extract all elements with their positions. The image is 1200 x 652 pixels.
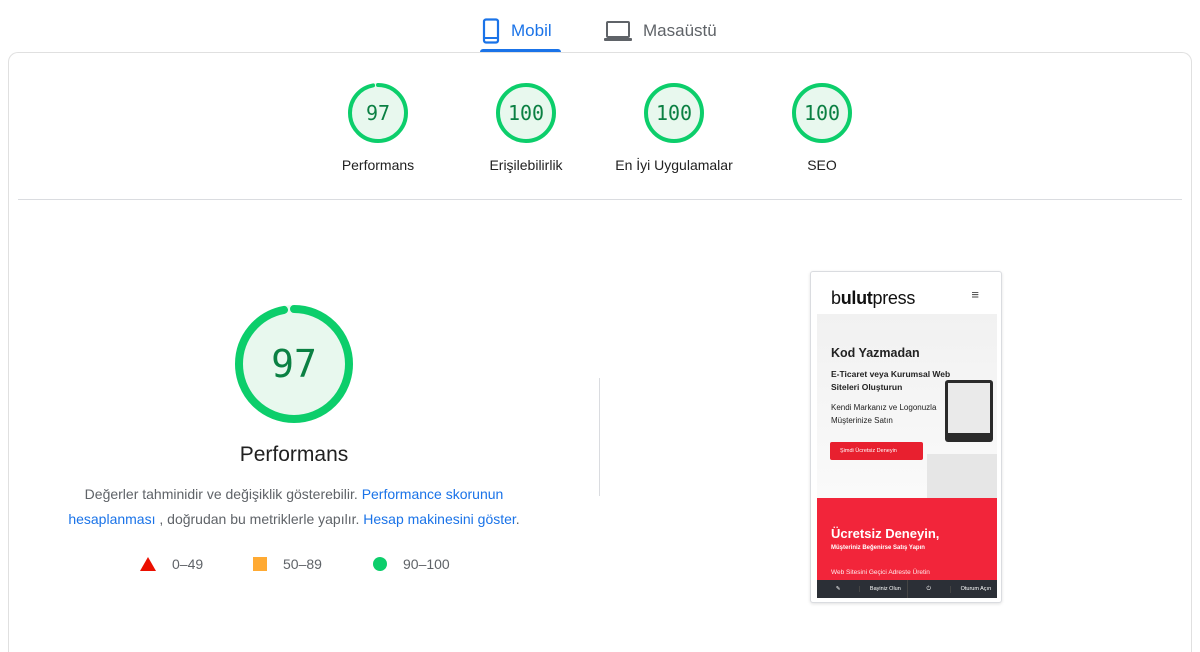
- vertical-divider: [599, 378, 600, 496]
- power-icon: ⏻: [908, 585, 951, 593]
- tab-desktop[interactable]: Masaüstü: [603, 10, 728, 52]
- monitor-screen: [948, 383, 990, 433]
- promo-subtitle: Müşteriniz Beğenirse Satış Yapın: [831, 545, 925, 551]
- site-logo: bulutpress: [831, 288, 915, 309]
- performance-gauge-large: 97: [234, 304, 354, 424]
- promo-title: Ücretsiz Deneyin,: [831, 526, 940, 541]
- tab-desktop-label: Masaüstü: [643, 21, 717, 40]
- hero-subheading: E-Ticaret veya Kurumsal Web Siteleri Olu…: [831, 369, 951, 392]
- legend-pass: 90–100: [373, 555, 450, 573]
- site-promo: Ücretsiz Deneyin, Müşteriniz Beğenirse S…: [817, 498, 997, 580]
- site-header: bulutpress ≡: [817, 278, 997, 314]
- hero-cta: Şimdi Ücretsiz Deneyin: [830, 442, 923, 460]
- gauge-label: Erişilebilirlik: [489, 157, 563, 173]
- laptop-icon: [603, 19, 633, 43]
- section-divider: [18, 199, 1182, 200]
- screenshot-content: bulutpress ≡ Kod Yazmadan E-Ticaret veya…: [817, 278, 997, 598]
- promo-small: Web Sitesini Geçici Adreste Üretin: [831, 569, 930, 576]
- site-footer-bar: ✎ Bayiniz Olun ⏻ Oturum Açın: [817, 580, 997, 598]
- tab-mobile-label: Mobil: [511, 21, 552, 40]
- desc-text: , doğrudan bu metriklerle yapılır.: [155, 511, 364, 527]
- gauge-seo[interactable]: 100 SEO: [742, 82, 902, 173]
- performance-title: Performans: [239, 443, 349, 466]
- logo-part: press: [872, 288, 916, 308]
- monitor-image: [945, 380, 993, 442]
- legend-range: 90–100: [403, 556, 450, 572]
- legend-average: 50–89: [253, 555, 322, 573]
- footer-right: ⏻ Oturum Açın: [908, 580, 998, 598]
- footer-left: ✎ Bayiniz Olun: [817, 580, 908, 598]
- smartphone-icon: [481, 18, 501, 44]
- gauge-label: En İyi Uygulamalar: [615, 157, 733, 173]
- gauge-label: SEO: [807, 157, 837, 173]
- hamburger-icon: ≡: [971, 287, 979, 302]
- legend-fail: 0–49: [140, 555, 203, 573]
- gauge-score: 100: [655, 101, 693, 125]
- circle-icon: [373, 557, 387, 571]
- legend-range: 0–49: [172, 556, 204, 572]
- desk-image: [927, 454, 997, 498]
- footer-left-label: Bayiniz Olun: [869, 586, 901, 592]
- gauge-score: 97: [365, 101, 391, 125]
- performance-score-large: 97: [271, 342, 317, 386]
- gauge-ring: 100: [643, 82, 705, 144]
- device-tabs: Mobil Masaüstü: [0, 0, 1200, 52]
- final-screenshot[interactable]: bulutpress ≡ Kod Yazmadan E-Ticaret veya…: [810, 271, 1002, 603]
- legend-range: 50–89: [283, 556, 322, 572]
- square-icon: [253, 557, 267, 571]
- logo-part: b: [831, 288, 841, 308]
- gauge-score: 100: [507, 101, 545, 125]
- performance-description: Değerler tahminidir ve değişiklik göster…: [44, 482, 544, 532]
- edit-icon: ✎: [817, 586, 861, 592]
- desc-text: .: [515, 511, 520, 527]
- gauge-performance[interactable]: 97 Performans: [298, 82, 458, 173]
- calculator-link[interactable]: Hesap makinesini göster: [363, 511, 516, 527]
- gauge-ring: 100: [495, 82, 557, 144]
- footer-right-label: Oturum Açın: [960, 586, 992, 592]
- logo-part: ulut: [840, 288, 873, 308]
- triangle-icon: [140, 557, 156, 571]
- gauge-score: 100: [803, 101, 841, 125]
- desc-text: Değerler tahminidir ve değişiklik göster…: [84, 486, 362, 502]
- gauge-label: Performans: [341, 157, 415, 173]
- gauge-ring: 100: [791, 82, 853, 144]
- gauge-ring: 97: [347, 82, 409, 144]
- site-hero: Kod Yazmadan E-Ticaret veya Kurumsal Web…: [817, 314, 997, 498]
- hero-heading: Kod Yazmadan: [831, 346, 920, 360]
- tab-mobile[interactable]: Mobil: [481, 10, 561, 52]
- gauge-best-practices[interactable]: 100 En İyi Uygulamalar: [594, 82, 754, 173]
- gauge-accessibility[interactable]: 100 Erişilebilirlik: [446, 82, 606, 173]
